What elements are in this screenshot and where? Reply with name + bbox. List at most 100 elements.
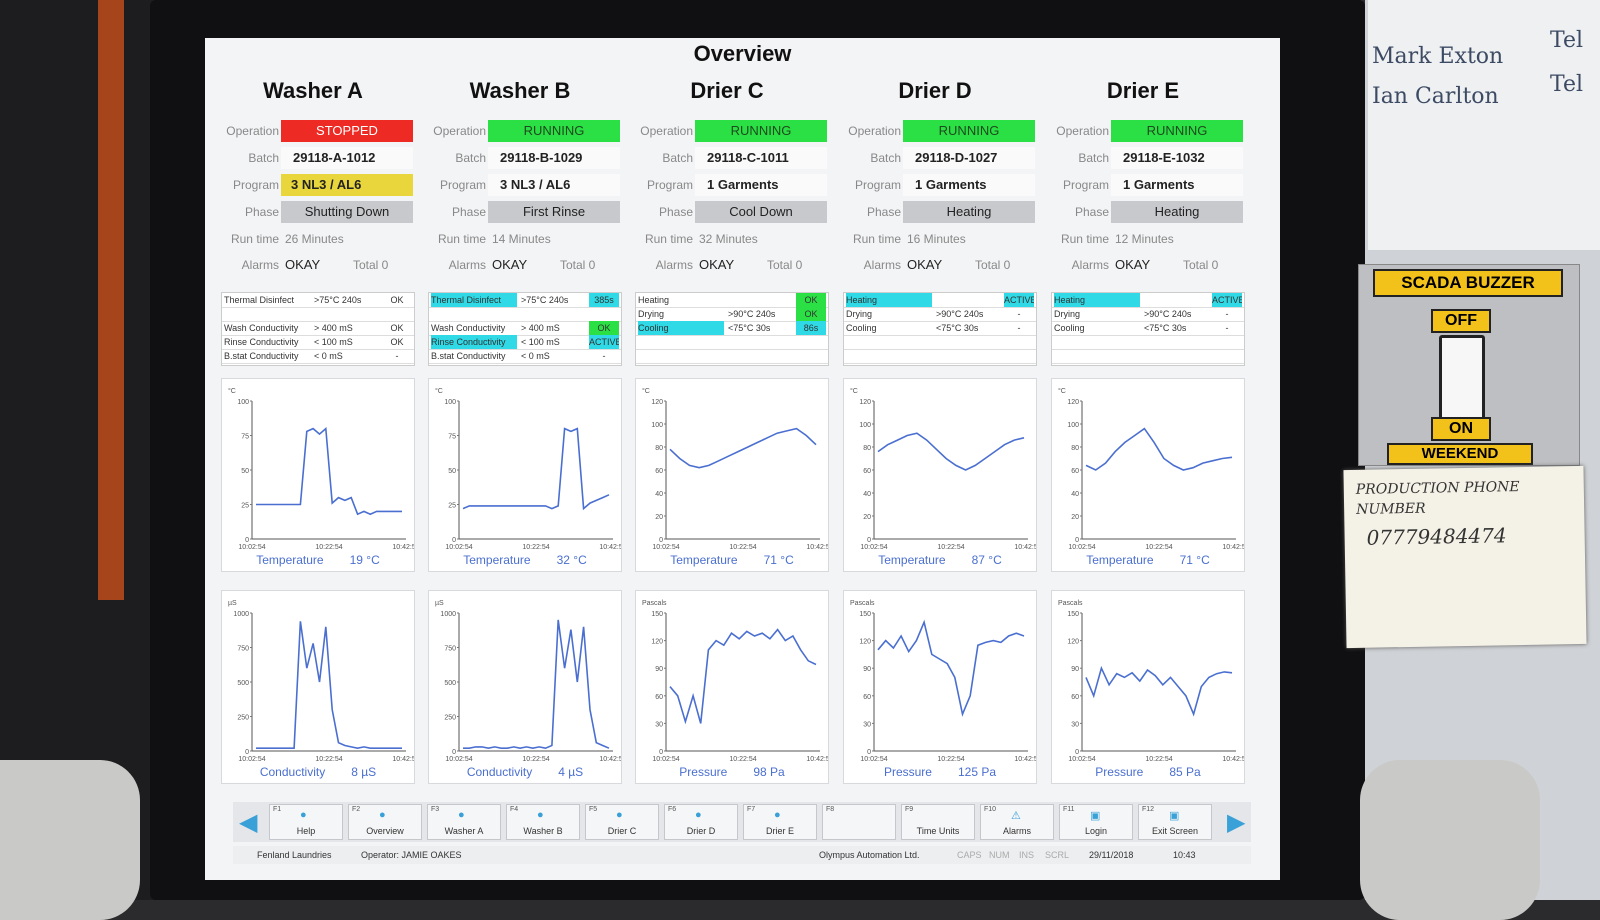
arrow-left-icon[interactable]: ◀ xyxy=(239,808,257,837)
y-tick-label: 0 xyxy=(245,749,249,756)
runtime-row: Run time 12 Minutes xyxy=(1043,228,1243,250)
arrow-right-icon[interactable]: ▶ xyxy=(1227,808,1245,837)
step-name: Wash Conductivity xyxy=(431,323,506,333)
program-name: 1 Garments xyxy=(903,174,1035,196)
unit-row: Batch 29118-E-1032 xyxy=(1043,147,1243,169)
function-key-f12[interactable]: F12 ▣ Exit Screen xyxy=(1138,804,1212,840)
y-tick-label: 100 xyxy=(237,399,249,406)
buzzer-off-label: OFF xyxy=(1431,309,1491,333)
x-tick-label: 10:42:54 xyxy=(1014,544,1036,551)
step-name: Heating xyxy=(846,293,932,307)
function-key-f8[interactable]: F8 xyxy=(822,804,896,840)
alarms-total: Total 0 xyxy=(975,258,1011,272)
overview-icon: ● xyxy=(379,809,386,821)
runtime-row: Run time 32 Minutes xyxy=(627,228,827,250)
function-key-label: Help xyxy=(296,826,316,836)
y-tick-label: 150 xyxy=(1067,611,1079,618)
unit-title: Drier D xyxy=(898,78,972,103)
y-tick-label: 120 xyxy=(1067,639,1079,646)
unit-title: Washer B xyxy=(469,78,571,103)
step-table: Heating ACTIVE Drying >90°C 240s - Cooling <75… xyxy=(843,292,1037,366)
step-row xyxy=(636,335,828,350)
function-key-f3[interactable]: F3 ● Washer A xyxy=(427,804,501,840)
y-tick-label: 50 xyxy=(241,468,249,475)
alarm-icon: ⚠ xyxy=(1011,810,1021,822)
function-key-label: Drier D xyxy=(686,826,716,836)
chart-title: Temperature xyxy=(1086,553,1154,567)
y-tick-label: 30 xyxy=(655,721,663,728)
function-key-code: F6 xyxy=(668,806,677,813)
chart-unit-label: °C xyxy=(1058,387,1066,395)
function-key-f5[interactable]: F5 ● Drier C xyxy=(585,804,659,840)
current-reading: 87 °C xyxy=(971,553,1002,567)
current-reading: 98 Pa xyxy=(753,765,785,779)
unit-row: Batch 29118-A-1012 xyxy=(213,147,413,169)
x-tick-label: 10:42:54 xyxy=(806,756,828,763)
runtime-row: Run time 16 Minutes xyxy=(835,228,1035,250)
step-status: ACTIVE xyxy=(1212,293,1242,307)
y-tick-label: 0 xyxy=(659,749,663,756)
x-tick-label: 10:02:54 xyxy=(860,544,887,551)
alarms-row: Alarms OKAY Total 0 xyxy=(420,254,620,276)
runtime-value: 26 Minutes xyxy=(285,232,344,246)
chart-unit-label: µS xyxy=(228,600,237,607)
trend-chart: Pascals 150 120 90 60 30 0 10:02:54 10:22:54 10:4… xyxy=(635,590,829,784)
current-reading: 19 °C xyxy=(349,553,380,567)
current-reading: 71 °C xyxy=(763,553,794,567)
y-tick-label: 0 xyxy=(659,537,663,544)
phase-value: Shutting Down xyxy=(281,201,413,223)
y-tick-label: 100 xyxy=(1067,422,1079,429)
chart-plot: °C120 100 80 60 40 20 010:02:54 10:22:54 10:42:5… xyxy=(642,387,828,551)
y-tick-label: 500 xyxy=(444,680,456,687)
y-tick-label: 120 xyxy=(1067,399,1079,406)
phase-value: Heating xyxy=(903,201,1035,223)
y-tick-label: 500 xyxy=(237,680,249,687)
function-key-f7[interactable]: F7 ● Drier E xyxy=(743,804,817,840)
function-key-f1[interactable]: F1 ● Help xyxy=(269,804,343,840)
function-key-f9[interactable]: F9 Time Units xyxy=(901,804,975,840)
unit-row: Operation STOPPED xyxy=(213,120,413,142)
step-name: Drying xyxy=(1054,309,1081,319)
buzzer-switch[interactable] xyxy=(1439,335,1485,423)
function-key-f10[interactable]: F10 ⚠ Alarms xyxy=(980,804,1054,840)
step-condition: >90°C 240s xyxy=(936,309,984,319)
x-tick-label: 10:22:54 xyxy=(729,544,756,551)
step-row: Wash Conductivity > 400 mS OK xyxy=(222,321,414,336)
x-tick-label: 10:42:54 xyxy=(806,544,828,551)
unit-row: Phase First Rinse xyxy=(420,201,620,223)
chart-unit-label: Pascals xyxy=(1058,600,1083,607)
drier-icon: ● xyxy=(616,809,623,821)
phase-value: Cool Down xyxy=(695,201,827,223)
y-tick-label: 0 xyxy=(245,537,249,544)
function-key-code: F10 xyxy=(984,806,997,813)
x-tick-label: 10:22:54 xyxy=(729,756,756,763)
operator-name: Operator: JAMIE OAKES xyxy=(361,850,462,860)
y-tick-label: 75 xyxy=(448,434,456,441)
field-label: Phase xyxy=(866,205,901,219)
function-key-f6[interactable]: F6 ● Drier D xyxy=(664,804,738,840)
function-key-label: Exit Screen xyxy=(1151,826,1199,836)
function-key-code: F12 xyxy=(1142,806,1155,813)
chart-plot: °C100 75 50 25 010:02:54 10:22:54 10:42:54 xyxy=(435,387,621,551)
step-status: ACTIVE xyxy=(589,335,619,349)
y-tick-label: 100 xyxy=(444,399,456,406)
batch-number: 29118-A-1012 xyxy=(281,147,413,169)
function-key-label: Time Units xyxy=(916,826,960,836)
step-name: Drying xyxy=(846,309,873,319)
function-key-f11[interactable]: F11 ▣ Login xyxy=(1059,804,1133,840)
y-tick-label: 120 xyxy=(859,399,871,406)
chart-plot: Pascals 150 120 90 60 30 010:02:54 10:22:54 10:4… xyxy=(1058,600,1244,763)
field-label: Run time xyxy=(644,232,693,246)
function-key-f4[interactable]: F4 ● Washer B xyxy=(506,804,580,840)
step-status: - xyxy=(1017,323,1021,333)
step-status: OK xyxy=(390,295,404,305)
function-key-f2[interactable]: F2 ● Overview xyxy=(348,804,422,840)
field-label: Alarms xyxy=(863,258,901,272)
runtime-value: 12 Minutes xyxy=(1115,232,1174,246)
step-condition: <75°C 30s xyxy=(1144,323,1187,333)
chart-caption: Pressure 85 Pa xyxy=(1052,765,1244,779)
function-key-code: F4 xyxy=(510,806,519,813)
chart-caption: Conductivity 4 µS xyxy=(429,765,621,779)
step-status: - xyxy=(602,351,606,361)
camera-left xyxy=(0,760,140,920)
